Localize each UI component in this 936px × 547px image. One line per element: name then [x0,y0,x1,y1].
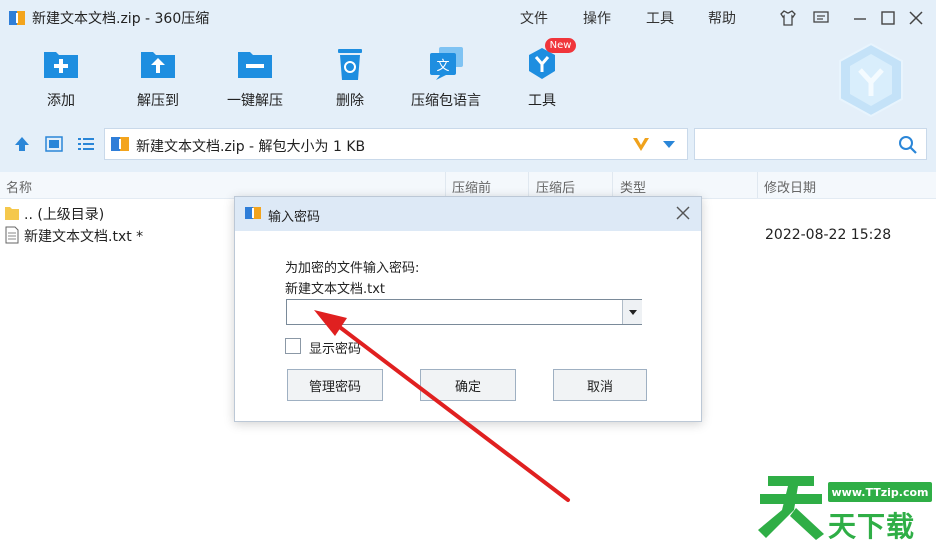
col-modified[interactable]: 修改日期 [764,177,816,196]
col-name[interactable]: 名称 [6,177,32,196]
col-divider [528,172,529,198]
dialog-filename: 新建文本文档.txt [285,282,386,297]
menu-file[interactable]: 文件 [520,8,548,28]
list-view-icon[interactable] [76,135,96,153]
col-divider [757,172,758,198]
cancel-button[interactable]: 取消 [553,369,647,401]
dialog-zip-icon [244,205,262,221]
dialog-prompt: 为加密的文件输入密码: [285,261,420,276]
col-divider [612,172,613,198]
hexagon-logo-icon [836,40,906,120]
password-input[interactable] [290,301,624,325]
one-click-extract-icon [235,44,275,84]
delete-label: 删除 [336,93,364,109]
address-dropdown-icon[interactable] [660,136,678,152]
feedback-icon[interactable] [809,6,833,30]
add-folder-icon [41,44,81,84]
text-file-icon [4,226,20,244]
extract-to-icon [138,44,178,84]
search-icon[interactable] [898,135,918,155]
menu-tools[interactable]: 工具 [646,8,674,28]
col-type[interactable]: 类型 [620,177,646,196]
watermark-url: www.TTzip.com [828,482,932,502]
show-password-checkbox[interactable] [285,338,301,354]
show-password-label: 显示密码 [309,342,362,357]
password-field[interactable] [286,299,642,325]
col-divider [445,172,446,198]
up-arrow-icon[interactable] [12,135,32,153]
new-badge: New [545,38,576,53]
menu-help[interactable]: 帮助 [708,8,736,28]
archive-language-label: 压缩包语言 [411,93,481,109]
col-after-size[interactable]: 压缩后 [536,177,575,196]
tools-label: 工具 [528,93,556,109]
zip-file-icon [110,135,130,153]
maximize-icon[interactable] [876,6,900,30]
address-text: 新建文本文档.zip - 解包大小为 1 KB [136,139,366,155]
one-click-extract-button[interactable]: 一键解压 [210,44,300,110]
svg-text:文: 文 [436,59,449,74]
extract-to-button[interactable]: 解压到 [113,44,203,110]
watermark-logo-icon [758,470,828,542]
folder-icon [4,204,20,222]
tools-button[interactable]: 工具 [497,44,587,110]
ok-button[interactable]: 确定 [420,369,516,401]
list-item-name: 新建文本文档.txt * [24,229,144,245]
add-label: 添加 [47,93,75,109]
delete-icon [330,44,370,84]
delete-button[interactable]: 删除 [305,44,395,110]
extract-to-label: 解压到 [137,93,179,109]
v-icon[interactable] [630,134,652,154]
thumbnail-view-icon[interactable] [44,135,64,153]
password-dropdown-button[interactable] [622,300,642,324]
skin-icon[interactable] [776,6,800,30]
dialog-title: 输入密码 [268,210,321,225]
one-click-extract-label: 一键解压 [227,93,283,109]
col-before-size[interactable]: 压缩前 [452,177,491,196]
window-title: 新建文本文档.zip - 360压缩 [32,11,210,27]
list-item-name: .. (上级目录) [24,207,105,223]
list-item-modified: 2022-08-22 15:28 [765,227,892,243]
menu-operate[interactable]: 操作 [583,8,611,28]
watermark-text: 天下载 [828,510,916,543]
search-input[interactable] [694,128,927,160]
minimize-icon[interactable] [848,6,872,30]
app-logo-icon [8,9,26,27]
dialog-close-icon[interactable] [672,202,694,224]
add-button[interactable]: 添加 [16,44,106,110]
archive-language-icon: 文 [426,44,466,84]
archive-language-button[interactable]: 文 压缩包语言 [401,44,491,110]
close-icon[interactable] [904,6,928,30]
manage-password-button[interactable]: 管理密码 [287,369,383,401]
